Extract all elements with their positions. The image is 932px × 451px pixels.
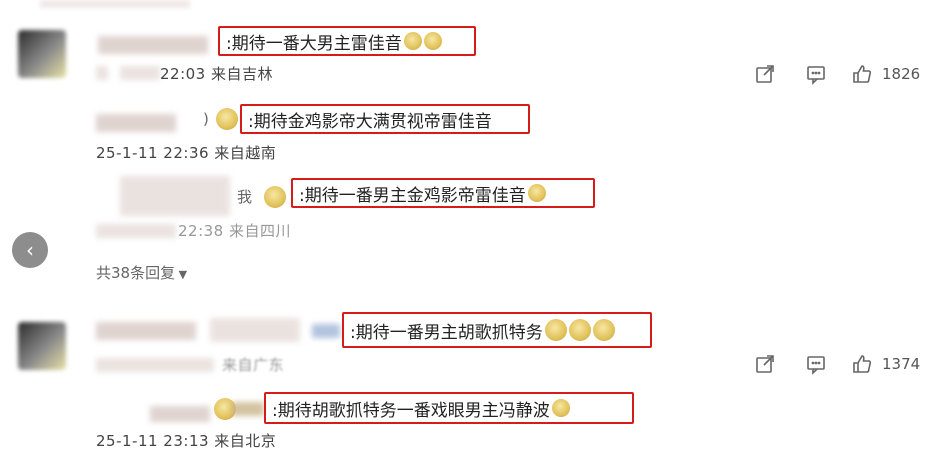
comment-icon[interactable] xyxy=(803,61,829,87)
blurred-date xyxy=(120,66,160,80)
emoji-icon xyxy=(551,399,570,417)
reply-meta: 22:38 来自四川 xyxy=(178,222,291,240)
avatar[interactable] xyxy=(18,322,66,370)
emoji-icon xyxy=(423,32,442,50)
badge-icon xyxy=(312,324,340,338)
emoji-icon xyxy=(403,32,422,50)
reply-meta: 25-1-11 23:13 来自北京 xyxy=(96,432,277,450)
reply-text-highlight: :期待胡歌抓特务一番戏眼男主冯静波 xyxy=(264,392,634,424)
username[interactable] xyxy=(96,322,196,340)
emoji-icon xyxy=(262,186,286,208)
comment-meta: 来自广东 xyxy=(222,356,285,374)
avatar[interactable] xyxy=(18,30,66,78)
blurred-date xyxy=(96,66,108,80)
comment-icon[interactable] xyxy=(803,351,829,377)
expand-replies-label: 共38条回复 xyxy=(96,264,176,282)
reply-username[interactable] xyxy=(120,176,230,216)
like-icon[interactable] xyxy=(849,351,875,377)
reply-text: :期待一番男主金鸡影帝雷佳音 xyxy=(299,185,526,206)
comment-text-highlight: :期待一番大男主雷佳音 xyxy=(218,26,476,56)
blurred-date xyxy=(96,224,176,238)
chevron-left-icon: ‹ xyxy=(26,238,34,262)
cropped-text xyxy=(40,0,190,8)
badge-icon xyxy=(232,402,264,416)
reply-meta: 25-1-11 22:36 来自越南 xyxy=(96,144,277,162)
comment-text: :期待一番男主胡歌抓特务 xyxy=(350,322,543,343)
blurred-date xyxy=(96,358,214,372)
expand-replies-link[interactable]: 共38条回复 ▼ xyxy=(96,262,187,283)
like-count: 1826 xyxy=(882,65,921,83)
reply-text-highlight: :期待金鸡影帝大满贯视帝雷佳音 xyxy=(240,104,530,134)
reply-username[interactable] xyxy=(96,114,176,132)
reply-prefix: ) xyxy=(203,110,209,128)
share-icon[interactable] xyxy=(752,61,778,87)
username[interactable] xyxy=(210,318,300,342)
emoji-icon xyxy=(527,184,546,202)
username[interactable] xyxy=(98,36,208,54)
reply-username[interactable] xyxy=(150,406,210,422)
emoji-icon xyxy=(214,108,238,130)
comment-text: :期待一番大男主雷佳音 xyxy=(226,33,402,54)
share-icon[interactable] xyxy=(752,351,778,377)
caret-down-icon: ▼ xyxy=(175,268,188,281)
comment-text-highlight: :期待一番男主胡歌抓特务 xyxy=(342,312,652,348)
reply-text-highlight: :期待一番男主金鸡影帝雷佳音 xyxy=(291,178,595,208)
emoji-icon xyxy=(544,319,567,341)
like-count: 1374 xyxy=(882,355,921,373)
comment-meta: 22:03 来自吉林 xyxy=(160,65,273,83)
prev-button[interactable]: ‹ xyxy=(12,232,48,268)
reply-text: :期待金鸡影帝大满贯视帝雷佳音 xyxy=(248,111,492,132)
emoji-icon xyxy=(212,398,236,420)
reply-text: :期待胡歌抓特务一番戏眼男主冯静波 xyxy=(272,400,550,421)
reply-prefix: 我 xyxy=(237,188,253,206)
emoji-icon xyxy=(592,319,615,341)
like-icon[interactable] xyxy=(849,61,875,87)
emoji-icon xyxy=(568,319,591,341)
